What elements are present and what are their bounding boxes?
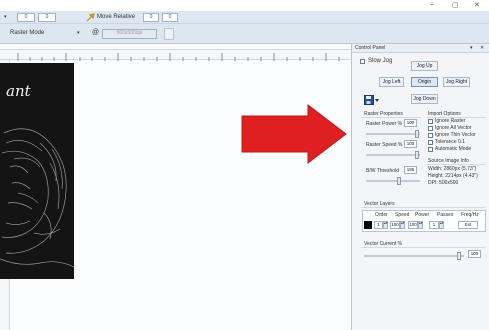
move-relative-button[interactable]: Move Relative (97, 14, 135, 20)
move-x-field[interactable]: 0 (17, 13, 35, 22)
engraving-image[interactable]: ant (0, 63, 74, 279)
automatic-mode-checkbox[interactable] (428, 147, 433, 152)
close-icon[interactable]: ✕ (474, 1, 480, 9)
raster-power-label: Raster Power % (366, 121, 403, 127)
design-canvas[interactable]: ant (0, 44, 351, 330)
control-panel-header: Control Panel ▾ ✕ (352, 44, 489, 53)
raster-power-input[interactable]: 100 (404, 119, 417, 127)
tolerance-checkbox[interactable] (428, 140, 433, 145)
ignore-thin-vector-checkbox[interactable] (428, 133, 433, 138)
control-panel: Control Panel ▾ ✕ Slow Jog Jog Up Jog Le… (351, 44, 489, 330)
bw-threshold-label: B/W Threshold (366, 168, 399, 174)
raster-divider (361, 117, 421, 118)
annotation-arrow-icon (241, 104, 347, 164)
at-symbol: @ (92, 29, 100, 36)
ignore-raster-label: Ignore Raster (435, 118, 466, 124)
column-header: Power (415, 212, 430, 218)
dropdown-arrow-icon[interactable]: ▾ (4, 14, 7, 20)
bw-threshold-slider[interactable] (366, 180, 420, 182)
control-panel-title: Control Panel (355, 45, 386, 51)
jog-right-button[interactable]: Jog Right (443, 77, 470, 87)
vector-current-input[interactable]: 100 (468, 250, 481, 258)
jog-down-button[interactable]: Jog Down (411, 94, 438, 104)
layer-color-swatch[interactable] (364, 221, 372, 229)
save-icon[interactable] (364, 95, 380, 105)
power-spinner[interactable]: ▴▾ (418, 221, 423, 229)
minimize-icon[interactable]: – (430, 1, 434, 8)
raster-speed-slider-thumb[interactable] (415, 151, 419, 159)
tolerance-label: Tolerance 0.1 (435, 139, 466, 145)
raster-speed-slider[interactable] (366, 154, 420, 156)
raster-speed-label: Raster Speed % (366, 142, 403, 148)
toolbar-mode: Raster Mode ▾ @ 500x500dpi (0, 24, 489, 44)
dpi-info: DPI: 500x500 (428, 180, 459, 186)
origin-button[interactable]: Origin (411, 77, 438, 87)
dpi-spin-button[interactable] (164, 28, 174, 40)
move-y-field[interactable]: 0 (38, 13, 56, 22)
height-info: Height: 2214px (4.43") (428, 173, 478, 179)
toolbar-move: ▾ 0 0 Move Relative 0 0 (0, 11, 489, 24)
layer-frequency-input[interactable]: Ext (458, 221, 478, 229)
window-titlebar: – ▢ ✕ (0, 0, 489, 11)
speed-spinner[interactable]: ▴▾ (400, 221, 405, 229)
column-header: Order (375, 212, 388, 218)
layer-speed-input[interactable]: 100 (390, 221, 400, 229)
column-header: Passes (437, 212, 454, 218)
move-relative-icon (86, 13, 95, 22)
panel-pin-icon[interactable]: ▾ (470, 45, 473, 51)
raster-speed-input[interactable]: 100 (404, 140, 417, 148)
order-spinner[interactable]: ▴▾ (383, 221, 388, 229)
ignore-thin-vector-label: Ignore Thin Vector (435, 132, 476, 138)
ignore-raster-checkbox[interactable] (428, 119, 433, 124)
engraving-text: ant (6, 82, 31, 100)
width-info: Width: 2860px (5.73") (428, 166, 477, 172)
bw-threshold-input[interactable]: 185 (404, 166, 417, 174)
maximize-icon[interactable]: ▢ (452, 1, 459, 9)
source-divider (426, 164, 486, 165)
chevron-down-icon[interactable]: ▾ (77, 30, 80, 36)
column-header: Speed (395, 212, 410, 218)
vector-current-divider (361, 247, 485, 248)
relative-y-field[interactable]: 0 (162, 13, 178, 22)
mode-dropdown[interactable]: Raster Mode (10, 30, 44, 36)
horizontal-ruler (0, 49, 351, 61)
jog-left-button[interactable]: Jog Left (379, 77, 404, 87)
jog-up-button[interactable]: Jog Up (411, 61, 438, 71)
ignore-all-vector-checkbox[interactable] (428, 126, 433, 131)
layer-passes-input[interactable]: 1 (429, 221, 439, 229)
ignore-all-vector-label: Ignore All Vector (435, 125, 472, 131)
slow-jog-label: Slow Jog (368, 58, 393, 64)
slow-jog-checkbox[interactable] (360, 59, 365, 64)
relative-x-field[interactable]: 0 (143, 13, 159, 22)
vector-current-slider-thumb[interactable] (457, 252, 461, 260)
raster-power-slider[interactable] (366, 133, 420, 135)
dpi-dropdown[interactable]: 500x500dpi (102, 29, 157, 39)
column-header: Freq/Hz (461, 212, 479, 218)
passes-spinner[interactable]: ▴▾ (439, 221, 444, 229)
raster-power-slider-thumb[interactable] (415, 130, 419, 138)
vector-layers-table: Order Speed Power Passes Freq/Hz 1 ▴▾ 10… (362, 210, 486, 232)
vector-current-slider[interactable] (364, 255, 464, 257)
layer-order-input[interactable]: 1 (374, 221, 383, 229)
bw-threshold-slider-thumb[interactable] (397, 177, 401, 185)
vector-divider (361, 207, 485, 208)
panel-close-icon[interactable]: ✕ (480, 45, 484, 51)
automatic-mode-label: Automatic Mode (435, 146, 472, 152)
layer-power-input[interactable]: 100 (408, 221, 418, 229)
